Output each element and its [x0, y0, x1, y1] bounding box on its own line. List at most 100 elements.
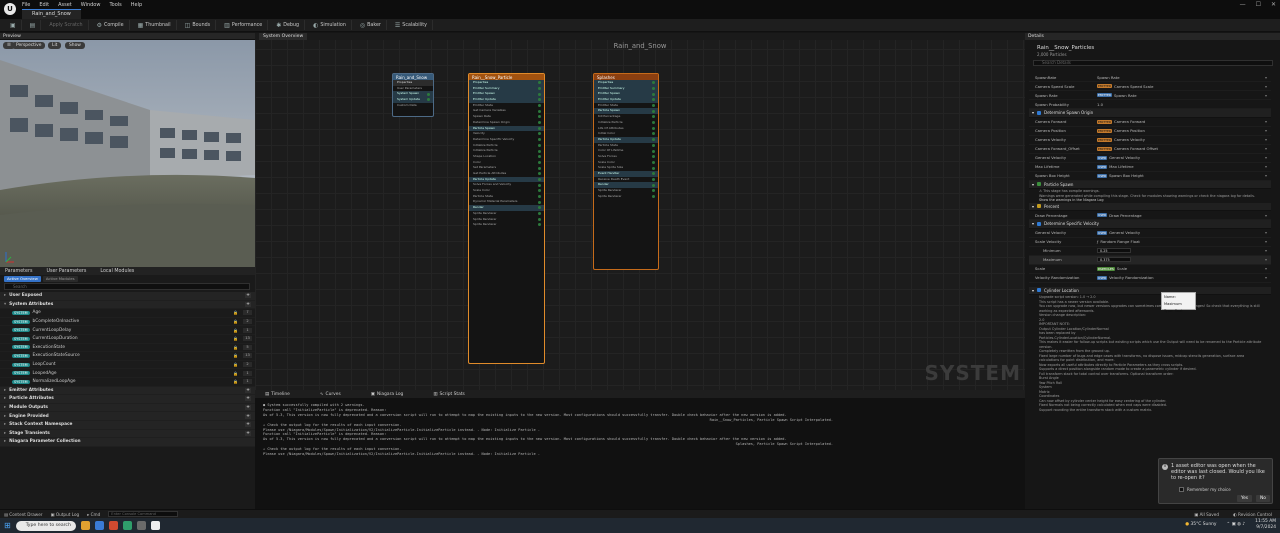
parameters-search-input[interactable]: Search: [4, 283, 250, 290]
browse-button[interactable]: ▤: [25, 20, 42, 30]
enabled-icon[interactable]: [652, 183, 655, 187]
list-item[interactable]: SYSTEM LoopedAge 🔒 1: [0, 369, 255, 378]
category-stage-transients[interactable]: ▸ Stage Transients +: [0, 429, 255, 439]
category-user-exposed[interactable]: ▸ User Exposed +: [0, 292, 255, 301]
all-saved-indicator[interactable]: ▣ All Saved: [1194, 512, 1219, 517]
no-button[interactable]: No: [1256, 495, 1270, 502]
tab-niagara-log[interactable]: ▣ Niagara Log: [371, 392, 404, 397]
cmd-button[interactable]: ▸ Cmd: [87, 512, 100, 517]
enabled-icon[interactable]: [538, 126, 541, 130]
enabled-icon[interactable]: [538, 132, 541, 136]
detail-row[interactable]: Scale PARTICLES Scale ▾: [1029, 265, 1271, 274]
baker-button[interactable]: ◎ Baker: [355, 20, 387, 30]
node-row[interactable]: Sprite Renderer: [469, 222, 544, 228]
category-particle-attributes[interactable]: ▸ Particle Attributes +: [0, 395, 255, 404]
enabled-icon[interactable]: [652, 195, 655, 199]
detail-row[interactable]: Spawn Box Height USER Spawn Box Height ▾: [1029, 172, 1271, 181]
enabled-icon[interactable]: [538, 217, 541, 221]
enabled-checkbox[interactable]: [1037, 288, 1042, 293]
enabled-icon[interactable]: [427, 92, 430, 96]
category-engine-provided[interactable]: ▸ Engine Provided +: [0, 412, 255, 421]
preview-viewport[interactable]: ☰ Perspective Lit Show: [0, 40, 255, 267]
enabled-icon[interactable]: [652, 132, 655, 136]
content-drawer-button[interactable]: ▤ Content Drawer: [4, 512, 43, 517]
emitter-node-splashes[interactable]: Splashes Properties Emitter Summary Emitte…: [593, 73, 659, 270]
enabled-icon[interactable]: [538, 81, 541, 85]
detail-row[interactable]: Maximum 0.375 ▾: [1029, 255, 1271, 265]
enabled-icon[interactable]: [538, 200, 541, 204]
more-icon[interactable]: ▾: [1265, 275, 1267, 280]
subtab-active-overview[interactable]: Active Overview: [4, 276, 41, 282]
menu-tools[interactable]: Tools: [109, 2, 121, 8]
more-icon[interactable]: ▾: [1265, 164, 1267, 169]
enabled-checkbox[interactable]: [1037, 221, 1042, 226]
tab-timeline[interactable]: ▤ Timeline: [265, 392, 290, 397]
add-icon[interactable]: +: [245, 396, 251, 402]
add-icon[interactable]: +: [245, 387, 251, 393]
enabled-icon[interactable]: [652, 172, 655, 176]
unreal-logo[interactable]: U: [4, 3, 16, 15]
detail-row[interactable]: Spawn Probability 1.0: [1029, 100, 1271, 109]
list-item[interactable]: SYSTEM ExecutionStateSource 🔒 13: [0, 352, 255, 361]
detail-row[interactable]: Velocity Randomization USER Velocity Rando…: [1029, 274, 1271, 283]
enabled-icon[interactable]: [652, 98, 655, 102]
enabled-icon[interactable]: [538, 109, 541, 113]
enabled-icon[interactable]: [652, 109, 655, 113]
tray-icons[interactable]: ⌃ ▣ ◍ ♪: [1227, 522, 1246, 527]
enabled-icon[interactable]: [538, 115, 541, 119]
enabled-icon[interactable]: [538, 86, 541, 90]
add-icon[interactable]: +: [245, 293, 251, 299]
more-icon[interactable]: ▾: [1265, 266, 1267, 271]
subtab-active-modules[interactable]: Active Modules: [42, 276, 78, 282]
tab-script-stats[interactable]: ▥ Script Stats: [433, 392, 465, 397]
enabled-icon[interactable]: [652, 143, 655, 147]
enabled-icon[interactable]: [652, 138, 655, 142]
section-particle-spawn[interactable]: ▾ Particle Spawn: [1029, 180, 1271, 189]
enabled-icon[interactable]: [538, 172, 541, 176]
compile-button[interactable]: ⚙ Compile: [92, 20, 130, 30]
enabled-icon[interactable]: [538, 189, 541, 193]
category-module-outputs[interactable]: ▸ Module Outputs +: [0, 403, 255, 413]
more-icon[interactable]: ▾: [1265, 239, 1267, 244]
enabled-icon[interactable]: [652, 121, 655, 125]
more-icon[interactable]: ▾: [1265, 173, 1267, 178]
unreal-engine-icon[interactable]: [150, 521, 160, 530]
more-icon[interactable]: ▾: [1265, 248, 1267, 253]
performance-button[interactable]: ▥ Performance: [219, 20, 269, 30]
maximize-icon[interactable]: ☐: [1256, 1, 1261, 8]
section-percent[interactable]: ▾ Percent: [1029, 202, 1271, 211]
node-row[interactable]: Sprite Renderer: [594, 194, 658, 200]
enabled-checkbox[interactable]: [1037, 204, 1042, 209]
category-emitter-attributes[interactable]: ▸ Emitter Attributes +: [0, 386, 255, 396]
enabled-icon[interactable]: [538, 98, 541, 102]
detail-row[interactable]: Camera Position EMITTER Camera Position ▾: [1029, 127, 1271, 136]
add-icon[interactable]: +: [245, 413, 251, 419]
enabled-icon[interactable]: [652, 160, 655, 164]
maximum-input[interactable]: 0.375: [1097, 257, 1131, 262]
category-stack-context-namespace[interactable]: ▸ Stack Context Namespace +: [0, 420, 255, 430]
tab-system-overview[interactable]: System Overview: [259, 33, 308, 40]
chrome-icon[interactable]: [108, 521, 118, 530]
enabled-checkbox[interactable]: [1037, 182, 1042, 187]
more-icon[interactable]: ▾: [1265, 257, 1267, 262]
detail-row[interactable]: SpawnRate Spawn Rate ▾: [1029, 73, 1271, 82]
enabled-icon[interactable]: [652, 104, 655, 108]
detail-row[interactable]: Draw Percentage USER Draw Percentage ▾: [1029, 211, 1271, 220]
enabled-icon[interactable]: [652, 126, 655, 130]
add-icon[interactable]: +: [245, 301, 251, 307]
menu-asset[interactable]: Asset: [58, 2, 72, 8]
category-system-attributes[interactable]: ▾ System Attributes +: [0, 300, 255, 310]
list-item[interactable]: SYSTEM bCompleteOnInactive 🔒 2: [0, 317, 255, 327]
category-niagara-parameter-collection[interactable]: ▸ Niagara Parameter Collection: [0, 438, 255, 447]
detail-row[interactable]: Scale Velocity ƒ Random Range Float ▾: [1029, 238, 1271, 247]
system-node[interactable]: Rain_and_Snow Properties User Parameters…: [392, 73, 434, 117]
enabled-icon[interactable]: [652, 115, 655, 119]
tab-curves[interactable]: ∿ Curves: [320, 392, 341, 397]
show-button[interactable]: Show: [65, 42, 85, 49]
enabled-icon[interactable]: [538, 155, 541, 159]
tab-local-modules[interactable]: Local Modules: [100, 269, 134, 274]
clock[interactable]: 11:55 AM 9/7/2024: [1255, 519, 1276, 530]
minimum-input[interactable]: 0.25: [1097, 248, 1131, 253]
detail-row[interactable]: Max Lifetime USER Max Lifetime ▾: [1029, 163, 1271, 172]
console-command-input[interactable]: Enter Console Command: [108, 511, 179, 517]
